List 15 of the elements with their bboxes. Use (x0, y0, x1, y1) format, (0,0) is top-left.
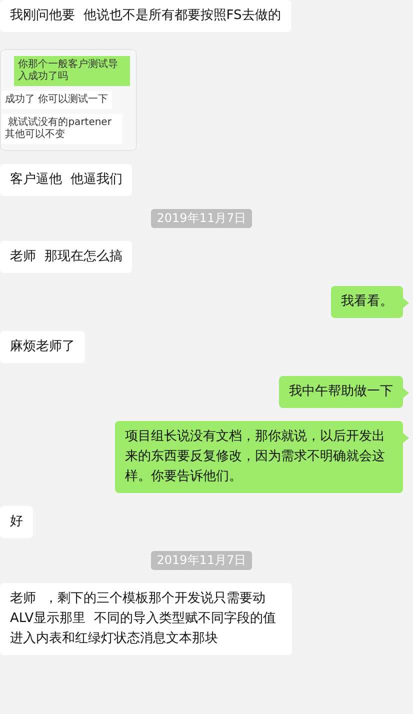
chat-screenshot[interactable]: 你那个一般客户测试导入成功了吗 成功了 你可以测试一下 就试试没有的partener 其他可以不变 (0, 49, 137, 151)
message-bubble: 好 (0, 506, 33, 538)
message-bubble: 成功了 你可以测试一下 (1, 91, 112, 109)
bubble-tail-icon (403, 388, 409, 398)
message-bubble: 我刚问他要 他说也不是所有都要按照FS去做的 (0, 0, 291, 32)
date-label: 2019年11月7日 (150, 551, 252, 570)
message-bubble: 你那个一般客户测试导入成功了吗 (14, 56, 130, 86)
message-bubble: 客户逼他 他逼我们 (0, 164, 132, 196)
message-bubble: 老师 ，剩下的三个模板那个开发说只需要动ALV显示那里 不同的导入类型赋不同字段的值进入内表和红绿灯状态消息文本那块 (0, 583, 292, 655)
date-label: 2019年11月7日 (150, 209, 252, 228)
message-bubble: 就试试没有的partener 其他可以不变 (1, 114, 122, 144)
message-bubble: 老师 那现在怎么搞 (0, 241, 132, 273)
bubble-tail-icon (403, 433, 409, 443)
bubble-tail-icon (403, 298, 409, 308)
message-bubble: 麻烦老师了 (0, 331, 85, 363)
